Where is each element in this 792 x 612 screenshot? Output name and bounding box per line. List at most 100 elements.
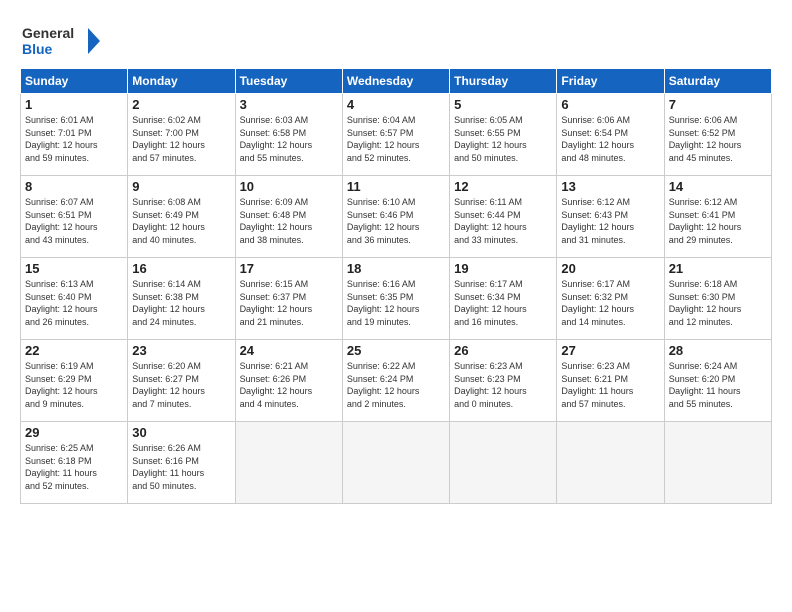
day-number: 24	[240, 343, 338, 358]
day-number: 9	[132, 179, 230, 194]
cell-info: Sunrise: 6:06 AM Sunset: 6:52 PM Dayligh…	[669, 114, 767, 164]
day-cell: 26 Sunrise: 6:23 AM Sunset: 6:23 PM Dayli…	[450, 340, 557, 422]
day-number: 2	[132, 97, 230, 112]
day-header-sunday: Sunday	[21, 69, 128, 94]
day-cell: 15 Sunrise: 6:13 AM Sunset: 6:40 PM Dayli…	[21, 258, 128, 340]
day-cell	[342, 422, 449, 504]
day-cell: 4 Sunrise: 6:04 AM Sunset: 6:57 PM Daylig…	[342, 94, 449, 176]
day-cell	[557, 422, 664, 504]
day-number: 3	[240, 97, 338, 112]
cell-info: Sunrise: 6:22 AM Sunset: 6:24 PM Dayligh…	[347, 360, 445, 410]
week-row-3: 22 Sunrise: 6:19 AM Sunset: 6:29 PM Dayli…	[21, 340, 772, 422]
day-number: 15	[25, 261, 123, 276]
day-cell: 5Sunrise: 6:05 AM Sunset: 6:55 PM Daylig…	[450, 94, 557, 176]
cell-info: Sunrise: 6:26 AM Sunset: 6:16 PM Dayligh…	[132, 442, 230, 492]
day-cell: 6 Sunrise: 6:06 AM Sunset: 6:54 PM Daylig…	[557, 94, 664, 176]
cell-info: Sunrise: 6:03 AM Sunset: 6:58 PM Dayligh…	[240, 114, 338, 164]
day-number: 17	[240, 261, 338, 276]
day-number: 22	[25, 343, 123, 358]
cell-info: Sunrise: 6:16 AM Sunset: 6:35 PM Dayligh…	[347, 278, 445, 328]
day-cell	[235, 422, 342, 504]
day-number: 26	[454, 343, 552, 358]
day-header-thursday: Thursday	[450, 69, 557, 94]
day-number: 4	[347, 97, 445, 112]
week-row-4: 29 Sunrise: 6:25 AM Sunset: 6:18 PM Dayli…	[21, 422, 772, 504]
day-cell: 16Sunrise: 6:14 AM Sunset: 6:38 PM Dayli…	[128, 258, 235, 340]
cell-info: Sunrise: 6:08 AM Sunset: 6:49 PM Dayligh…	[132, 196, 230, 246]
day-cell	[450, 422, 557, 504]
day-cell: 1Sunrise: 6:01 AM Sunset: 7:01 PM Daylig…	[21, 94, 128, 176]
day-cell: 7Sunrise: 6:06 AM Sunset: 6:52 PM Daylig…	[664, 94, 771, 176]
day-number: 18	[347, 261, 445, 276]
day-number: 21	[669, 261, 767, 276]
day-cell: 8 Sunrise: 6:07 AM Sunset: 6:51 PM Daylig…	[21, 176, 128, 258]
cell-info: Sunrise: 6:19 AM Sunset: 6:29 PM Dayligh…	[25, 360, 123, 410]
cell-info: Sunrise: 6:13 AM Sunset: 6:40 PM Dayligh…	[25, 278, 123, 328]
day-cell: 27 Sunrise: 6:23 AM Sunset: 6:21 PM Dayli…	[557, 340, 664, 422]
day-cell: 10Sunrise: 6:09 AM Sunset: 6:48 PM Dayli…	[235, 176, 342, 258]
day-number: 12	[454, 179, 552, 194]
day-cell: 19 Sunrise: 6:17 AM Sunset: 6:34 PM Dayli…	[450, 258, 557, 340]
logo: GeneralBlue	[20, 22, 110, 60]
day-cell: 21 Sunrise: 6:18 AM Sunset: 6:30 PM Dayli…	[664, 258, 771, 340]
cell-info: Sunrise: 6:25 AM Sunset: 6:18 PM Dayligh…	[25, 442, 123, 492]
cell-info: Sunrise: 6:01 AM Sunset: 7:01 PM Dayligh…	[25, 114, 123, 164]
day-cell: 30 Sunrise: 6:26 AM Sunset: 6:16 PM Dayli…	[128, 422, 235, 504]
day-number: 13	[561, 179, 659, 194]
cell-info: Sunrise: 6:14 AM Sunset: 6:38 PM Dayligh…	[132, 278, 230, 328]
week-row-0: 1Sunrise: 6:01 AM Sunset: 7:01 PM Daylig…	[21, 94, 772, 176]
day-cell: 22 Sunrise: 6:19 AM Sunset: 6:29 PM Dayli…	[21, 340, 128, 422]
cell-info: Sunrise: 6:12 AM Sunset: 6:43 PM Dayligh…	[561, 196, 659, 246]
day-cell: 18 Sunrise: 6:16 AM Sunset: 6:35 PM Dayli…	[342, 258, 449, 340]
day-number: 11	[347, 179, 445, 194]
cell-info: Sunrise: 6:17 AM Sunset: 6:32 PM Dayligh…	[561, 278, 659, 328]
day-number: 30	[132, 425, 230, 440]
cell-info: Sunrise: 6:02 AM Sunset: 7:00 PM Dayligh…	[132, 114, 230, 164]
day-number: 29	[25, 425, 123, 440]
day-cell: 20 Sunrise: 6:17 AM Sunset: 6:32 PM Dayli…	[557, 258, 664, 340]
day-cell: 23 Sunrise: 6:20 AM Sunset: 6:27 PM Dayli…	[128, 340, 235, 422]
day-header-tuesday: Tuesday	[235, 69, 342, 94]
day-number: 25	[347, 343, 445, 358]
cell-info: Sunrise: 6:15 AM Sunset: 6:37 PM Dayligh…	[240, 278, 338, 328]
day-cell: 14Sunrise: 6:12 AM Sunset: 6:41 PM Dayli…	[664, 176, 771, 258]
svg-text:General: General	[22, 25, 74, 41]
day-header-wednesday: Wednesday	[342, 69, 449, 94]
header: GeneralBlue	[20, 18, 772, 60]
day-header-saturday: Saturday	[664, 69, 771, 94]
day-number: 27	[561, 343, 659, 358]
calendar-header-row: SundayMondayTuesdayWednesdayThursdayFrid…	[21, 69, 772, 94]
logo-svg: GeneralBlue	[20, 22, 110, 60]
cell-info: Sunrise: 6:11 AM Sunset: 6:44 PM Dayligh…	[454, 196, 552, 246]
day-cell: 24Sunrise: 6:21 AM Sunset: 6:26 PM Dayli…	[235, 340, 342, 422]
week-row-2: 15 Sunrise: 6:13 AM Sunset: 6:40 PM Dayli…	[21, 258, 772, 340]
day-number: 20	[561, 261, 659, 276]
day-number: 6	[561, 97, 659, 112]
day-number: 28	[669, 343, 767, 358]
day-cell: 17 Sunrise: 6:15 AM Sunset: 6:37 PM Dayli…	[235, 258, 342, 340]
day-cell: 13 Sunrise: 6:12 AM Sunset: 6:43 PM Dayli…	[557, 176, 664, 258]
day-cell: 25 Sunrise: 6:22 AM Sunset: 6:24 PM Dayli…	[342, 340, 449, 422]
day-number: 23	[132, 343, 230, 358]
day-cell: 11Sunrise: 6:10 AM Sunset: 6:46 PM Dayli…	[342, 176, 449, 258]
day-header-monday: Monday	[128, 69, 235, 94]
day-cell	[664, 422, 771, 504]
cell-info: Sunrise: 6:17 AM Sunset: 6:34 PM Dayligh…	[454, 278, 552, 328]
svg-text:Blue: Blue	[22, 41, 53, 57]
week-row-1: 8 Sunrise: 6:07 AM Sunset: 6:51 PM Daylig…	[21, 176, 772, 258]
day-number: 8	[25, 179, 123, 194]
day-cell: 3 Sunrise: 6:03 AM Sunset: 6:58 PM Daylig…	[235, 94, 342, 176]
cell-info: Sunrise: 6:04 AM Sunset: 6:57 PM Dayligh…	[347, 114, 445, 164]
cell-info: Sunrise: 6:12 AM Sunset: 6:41 PM Dayligh…	[669, 196, 767, 246]
cell-info: Sunrise: 6:23 AM Sunset: 6:23 PM Dayligh…	[454, 360, 552, 410]
cell-info: Sunrise: 6:20 AM Sunset: 6:27 PM Dayligh…	[132, 360, 230, 410]
cell-info: Sunrise: 6:09 AM Sunset: 6:48 PM Dayligh…	[240, 196, 338, 246]
day-header-friday: Friday	[557, 69, 664, 94]
cell-info: Sunrise: 6:06 AM Sunset: 6:54 PM Dayligh…	[561, 114, 659, 164]
cell-info: Sunrise: 6:23 AM Sunset: 6:21 PM Dayligh…	[561, 360, 659, 410]
day-cell: 9 Sunrise: 6:08 AM Sunset: 6:49 PM Daylig…	[128, 176, 235, 258]
cell-info: Sunrise: 6:07 AM Sunset: 6:51 PM Dayligh…	[25, 196, 123, 246]
cell-info: Sunrise: 6:18 AM Sunset: 6:30 PM Dayligh…	[669, 278, 767, 328]
day-number: 19	[454, 261, 552, 276]
calendar: SundayMondayTuesdayWednesdayThursdayFrid…	[20, 68, 772, 504]
